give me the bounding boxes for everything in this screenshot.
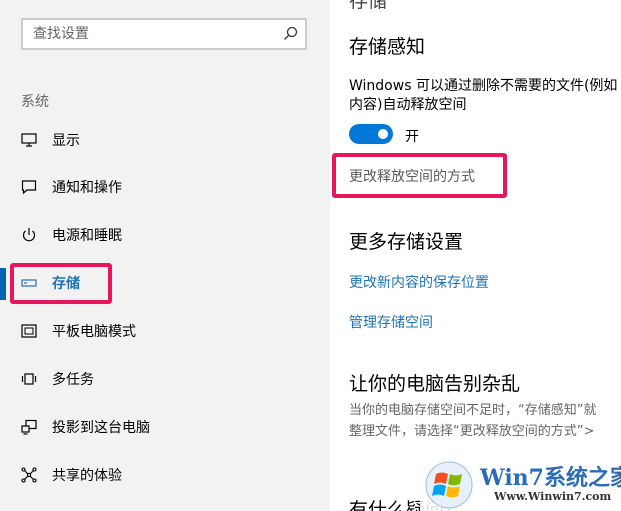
search-icon[interactable] [281, 25, 299, 43]
storage-sense-title: 存储感知 [349, 36, 426, 58]
multitasking-icon [21, 373, 37, 385]
storage-sense-description-2: 内容)自动释放空间 [349, 97, 467, 113]
sidebar-item-shared-experiences[interactable]: 共享的体验 [0, 455, 330, 495]
sidebar-item-display[interactable]: 显示 [0, 120, 330, 160]
tablet-mode-icon [21, 324, 37, 338]
sidebar-item-storage[interactable]: 存储 [0, 263, 330, 303]
more-storage-title: 更多存储设置 [349, 231, 464, 253]
page-title-partial: 存储 [349, 0, 388, 12]
storage-sense-description-1: Windows 可以通过删除不需要的文件(例如 [349, 78, 618, 94]
change-free-space-link[interactable]: 更改释放空间的方式 [349, 166, 475, 186]
power-icon [22, 228, 36, 242]
sidebar-item-label: 多任务 [52, 372, 94, 388]
shared-experiences-icon [21, 467, 37, 483]
declutter-title: 让你的电脑告别杂乱 [349, 373, 521, 395]
storage-icon [21, 279, 37, 287]
notification-icon [21, 180, 37, 195]
sidebar-item-label: 通知和操作 [52, 180, 122, 196]
section-label-system: 系统 [21, 94, 49, 110]
windows-logo-icon [425, 461, 473, 509]
sidebar-item-label: 显示 [52, 133, 80, 149]
search-box[interactable] [21, 18, 307, 50]
declutter-text-2: 整理文件，请选择“更改释放空间的方式”> [349, 424, 595, 439]
storage-sense-toggle[interactable] [349, 124, 393, 144]
watermark-name: Win7系统之家 [480, 465, 621, 491]
sidebar-item-projecting[interactable]: 投影到这台电脑 [0, 407, 330, 447]
watermark: Win7系统之家 Www.Winwin7.com [420, 458, 621, 511]
declutter-text-1: 当你的电脑存储空间不足时，“存储感知”就 [349, 403, 597, 418]
sidebar-item-label: 电源和睡眠 [52, 228, 122, 244]
sidebar-item-power-sleep[interactable]: 电源和睡眠 [0, 215, 330, 255]
toggle-state-label: 开 [405, 129, 419, 145]
sidebar-item-label: 平板电脑模式 [52, 324, 136, 340]
sidebar-item-label: 存储 [52, 276, 80, 292]
projecting-icon [21, 419, 37, 435]
toggle-knob [378, 129, 388, 139]
change-save-location-link[interactable]: 更改新内容的保存位置 [349, 272, 489, 292]
watermark-url: Www.Winwin7.com [494, 490, 612, 503]
monitor-icon [21, 133, 37, 147]
sidebar-item-tablet-mode[interactable]: 平板电脑模式 [0, 311, 330, 351]
manage-storage-spaces-link[interactable]: 管理存储空间 [349, 312, 433, 332]
search-input[interactable] [33, 24, 273, 44]
sidebar-item-multitasking[interactable]: 多任务 [0, 359, 330, 399]
sidebar-item-notifications[interactable]: 通知和操作 [0, 167, 330, 207]
sidebar-item-label: 共享的体验 [52, 468, 122, 484]
sidebar: 系统 显示 通知和操作 电源和睡眠 存储 平板电脑 [0, 0, 330, 511]
sidebar-item-label: 投影到这台电脑 [52, 420, 150, 436]
main-content: 存储 存储感知 Windows 可以通过删除不需要的文件(例如 内容)自动释放空… [330, 0, 621, 511]
